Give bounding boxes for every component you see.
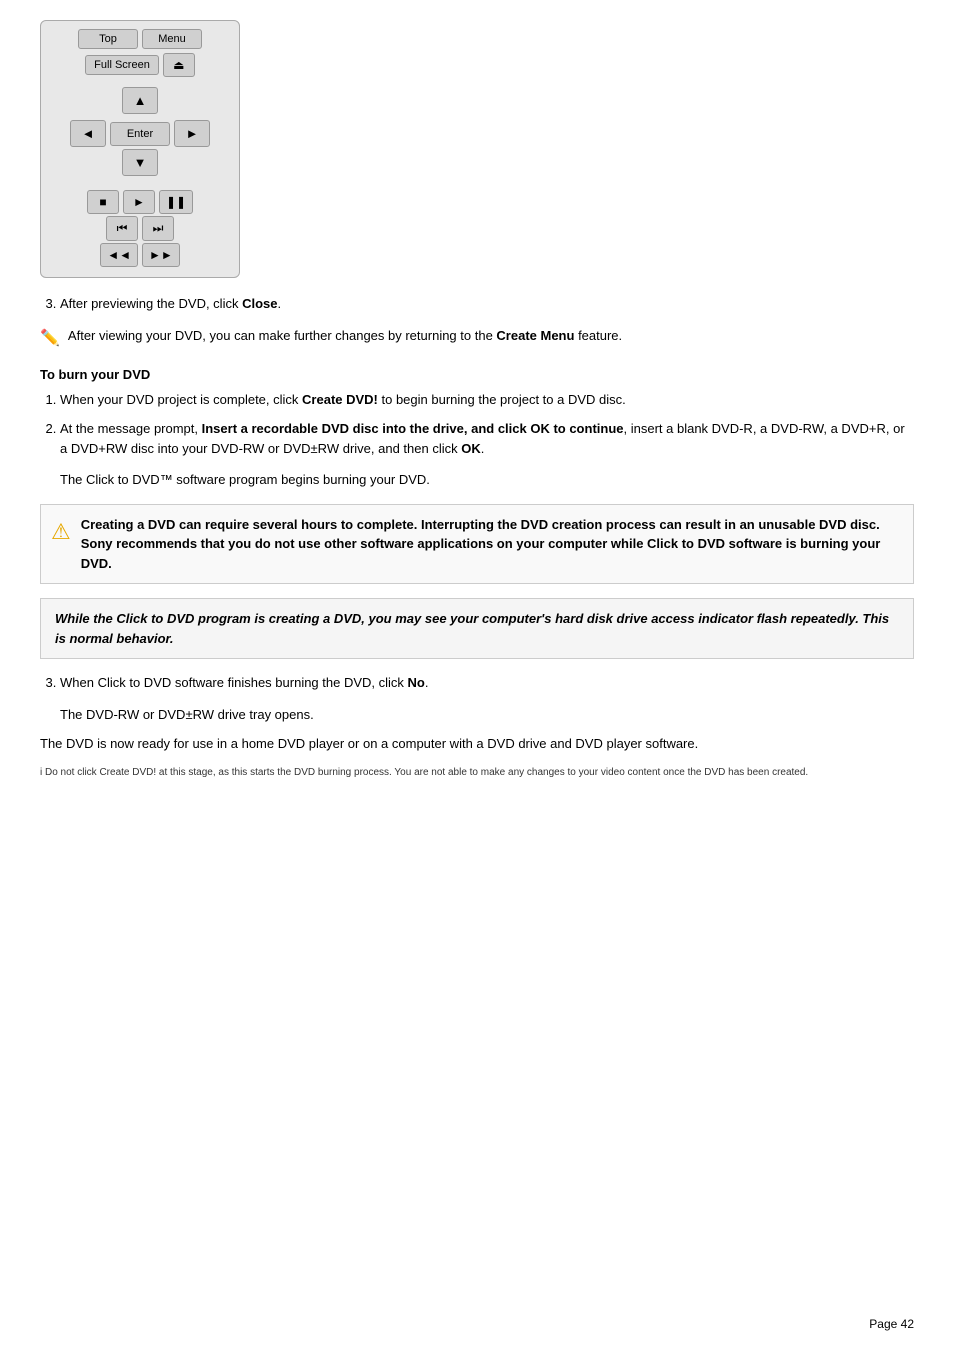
burn-section-heading: To burn your DVD (40, 367, 914, 382)
note1-text: After viewing your DVD, you can make fur… (68, 328, 497, 343)
burn-step2-ok: OK (461, 441, 481, 456)
burn-step-2: At the message prompt, Insert a recordab… (60, 419, 914, 458)
warning-icon: ⚠ (51, 515, 71, 548)
drive-tray-text: The DVD-RW or DVD±RW drive tray opens. (60, 705, 914, 725)
burn-step3-end: . (425, 675, 429, 690)
step-3-preview: After previewing the DVD, click Close. (60, 294, 914, 314)
remote-enter-button[interactable]: Enter (110, 122, 170, 146)
burn-steps-list: When your DVD project is complete, click… (40, 390, 914, 459)
info-box: While the Click to DVD program is creati… (40, 598, 914, 659)
note1-end: feature. (574, 328, 622, 343)
click-to-dvd-para: The Click to DVD™ software program begin… (60, 470, 914, 490)
page-number: Page 42 (869, 1317, 914, 1331)
remote-ff-button[interactable]: ►► (142, 243, 180, 267)
burn-step2-before: At the message prompt, (60, 421, 202, 436)
remote-eject-button[interactable]: ⏏ (163, 53, 195, 77)
burn-step1-after: to begin burning the project to a DVD di… (378, 392, 626, 407)
note-text: After viewing your DVD, you can make fur… (68, 326, 622, 346)
note-create-menu: ✏️ After viewing your DVD, you can make … (40, 326, 914, 351)
remote-right-button[interactable]: ► (174, 120, 210, 147)
warning-text: Creating a DVD can require several hours… (81, 515, 903, 574)
burn-step2-bold: Insert a recordable DVD disc into the dr… (202, 421, 624, 436)
step3-bold: Close (242, 296, 277, 311)
remote-nav-section: ▲ ◄ Enter ► ▼ (49, 87, 231, 180)
final-para: The DVD is now ready for use in a home D… (40, 734, 914, 754)
burn-step3-before: When Click to DVD software finishes burn… (60, 675, 408, 690)
warning-text-content: Creating a DVD can require several hours… (81, 517, 881, 571)
remote-down-button[interactable]: ▼ (122, 149, 158, 176)
step3-text: After previewing the DVD, click (60, 296, 242, 311)
burn-step1-bold: Create DVD! (302, 392, 378, 407)
note-pencil-icon: ✏️ (40, 327, 60, 351)
footnote: i Do not click Create DVD! at this stage… (40, 766, 914, 780)
remote-pause-button[interactable]: ❚❚ (159, 190, 193, 214)
warning-box: ⚠ Creating a DVD can require several hou… (40, 504, 914, 585)
info-text: While the Click to DVD program is creati… (55, 611, 889, 646)
remote-play-button[interactable]: ► (123, 190, 155, 214)
burn-steps-list-2: When Click to DVD software finishes burn… (40, 673, 914, 693)
remote-prev-chapter-button[interactable]: ⏮ (106, 216, 138, 241)
remote-left-button[interactable]: ◄ (70, 120, 106, 147)
dvd-remote-widget: Top Menu Full Screen ⏏ ▲ ◄ Enter ► ▼ (40, 20, 240, 278)
burn-step3-bold: No (408, 675, 425, 690)
burn-step-1: When your DVD project is complete, click… (60, 390, 914, 410)
note1-bold: Create Menu (496, 328, 574, 343)
burn-step-3: When Click to DVD software finishes burn… (60, 673, 914, 693)
remote-menu-button[interactable]: Menu (142, 29, 202, 49)
remote-rewind-button[interactable]: ◄◄ (100, 243, 138, 267)
remote-fullscreen-button[interactable]: Full Screen (85, 55, 159, 75)
remote-up-button[interactable]: ▲ (122, 87, 158, 114)
step3-end: . (277, 296, 281, 311)
burn-step1-before: When your DVD project is complete, click (60, 392, 302, 407)
burn-step2-end: . (481, 441, 485, 456)
remote-next-chapter-button[interactable]: ⏭ (142, 216, 174, 241)
remote-top-button[interactable]: Top (78, 29, 138, 49)
remote-stop-button[interactable]: ■ (87, 190, 119, 214)
